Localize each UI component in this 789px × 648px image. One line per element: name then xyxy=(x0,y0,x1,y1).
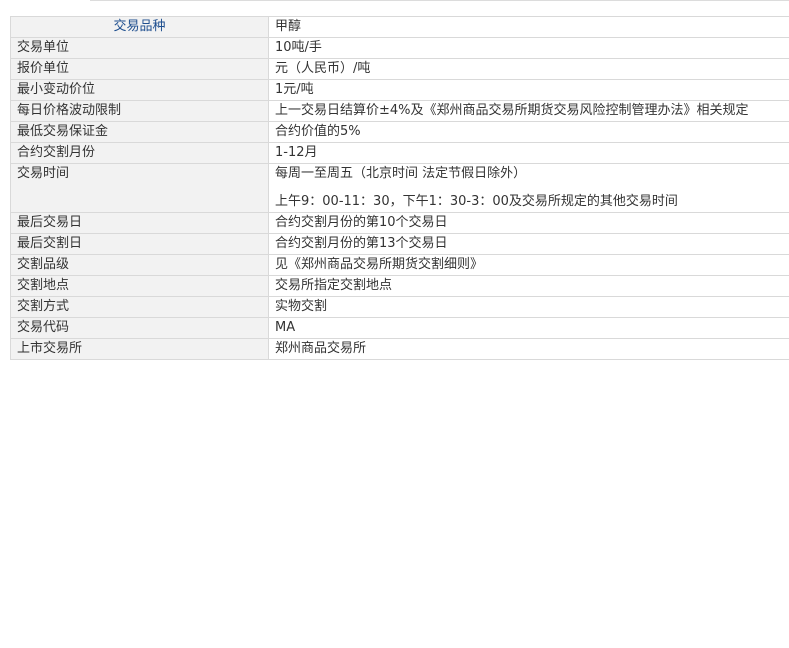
row-label: 上市交易所 xyxy=(10,338,269,360)
row-value: 合约交割月份的第10个交易日 xyxy=(268,212,789,234)
table-row: 最低交易保证金 合约价值的5% xyxy=(10,121,789,143)
row-value-line: 1-12月 xyxy=(275,145,318,160)
row-value-line: 合约交割月份的第10个交易日 xyxy=(275,215,448,230)
row-value-line: 交易所指定交割地点 xyxy=(275,278,393,293)
row-label: 交割方式 xyxy=(10,296,269,318)
row-label: 最小变动价位 xyxy=(10,79,269,101)
row-label: 交易代码 xyxy=(10,317,269,339)
row-value: MA xyxy=(268,317,789,339)
row-value: 1-12月 xyxy=(268,142,789,164)
row-value-line: 元（人民币）/吨 xyxy=(275,61,371,76)
row-value: 交易所指定交割地点 xyxy=(268,275,789,297)
row-value-line: 每周一至周五（北京时间 法定节假日除外） xyxy=(275,166,527,181)
table-header-row: 交易品种 甲醇 xyxy=(10,16,789,38)
row-label: 交易时间 xyxy=(10,163,269,213)
row-value: 每周一至周五（北京时间 法定节假日除外） 上午9：00-11：30，下午1：30-… xyxy=(268,163,789,213)
row-value: 合约交割月份的第13个交易日 xyxy=(268,233,789,255)
header-label: 交易品种 xyxy=(10,16,269,38)
row-value-line: MA xyxy=(275,320,296,335)
table-row: 交易时间 每周一至周五（北京时间 法定节假日除外） 上午9：00-11：30，下午1… xyxy=(10,163,789,213)
row-value-line: 郑州商品交易所 xyxy=(275,341,367,356)
row-value: 实物交割 xyxy=(268,296,789,318)
row-value-line: 见《郑州商品交易所期货交割细则》 xyxy=(275,257,484,272)
row-value: 上一交易日结算价±4%及《郑州商品交易所期货交易风险控制管理办法》相关规定 xyxy=(268,100,789,122)
table-row: 交割方式 实物交割 xyxy=(10,296,789,318)
row-value: 1元/吨 xyxy=(268,79,789,101)
row-label: 报价单位 xyxy=(10,58,269,80)
table-row: 交割品级 见《郑州商品交易所期货交割细则》 xyxy=(10,254,789,276)
contract-spec-table: 交易品种 甲醇 交易单位 10吨/手 报价单位 元（人民币）/吨 最小变动价位 1元/吨每… xyxy=(10,16,789,360)
table-row: 合约交割月份 1-12月 xyxy=(10,142,789,164)
page: 交易品种 甲醇 交易单位 10吨/手 报价单位 元（人民币）/吨 最小变动价位 1元/吨每… xyxy=(0,0,789,648)
row-label: 合约交割月份 xyxy=(10,142,269,164)
row-value-line: 上一交易日结算价±4%及《郑州商品交易所期货交易风险控制管理办法》相关规定 xyxy=(275,103,749,118)
row-label: 每日价格波动限制 xyxy=(10,100,269,122)
table-row: 每日价格波动限制 上一交易日结算价±4%及《郑州商品交易所期货交易风险控制管理办法… xyxy=(10,100,789,122)
table-row: 交易代码 MA xyxy=(10,317,789,339)
row-value-line: 1元/吨 xyxy=(275,82,314,97)
table-row: 交割地点 交易所指定交割地点 xyxy=(10,275,789,297)
row-value: 见《郑州商品交易所期货交割细则》 xyxy=(268,254,789,276)
header-value: 甲醇 xyxy=(268,16,789,38)
row-label: 最低交易保证金 xyxy=(10,121,269,143)
row-value: 10吨/手 xyxy=(268,37,789,59)
table-row: 交易单位 10吨/手 xyxy=(10,37,789,59)
row-label: 交割地点 xyxy=(10,275,269,297)
row-value-line: 合约交割月份的第13个交易日 xyxy=(275,236,448,251)
table-row: 上市交易所 郑州商品交易所 xyxy=(10,338,789,360)
row-value: 合约价值的5% xyxy=(268,121,789,143)
row-value-line: 上午9：00-11：30，下午1：30-3：00及交易所规定的其他交易时间 xyxy=(275,194,678,209)
top-divider xyxy=(90,0,789,1)
row-value-line: 10吨/手 xyxy=(275,40,322,55)
table-row: 报价单位 元（人民币）/吨 xyxy=(10,58,789,80)
row-label: 交割品级 xyxy=(10,254,269,276)
row-value: 郑州商品交易所 xyxy=(268,338,789,360)
row-label: 最后交易日 xyxy=(10,212,269,234)
table-row: 最后交易日 合约交割月份的第10个交易日 xyxy=(10,212,789,234)
table-row: 最小变动价位 1元/吨 xyxy=(10,79,789,101)
row-label: 交易单位 xyxy=(10,37,269,59)
table-row: 最后交割日 合约交割月份的第13个交易日 xyxy=(10,233,789,255)
row-value-line: 实物交割 xyxy=(275,299,328,314)
row-value: 元（人民币）/吨 xyxy=(268,58,789,80)
row-value-line: 合约价值的5% xyxy=(275,124,361,139)
row-label: 最后交割日 xyxy=(10,233,269,255)
